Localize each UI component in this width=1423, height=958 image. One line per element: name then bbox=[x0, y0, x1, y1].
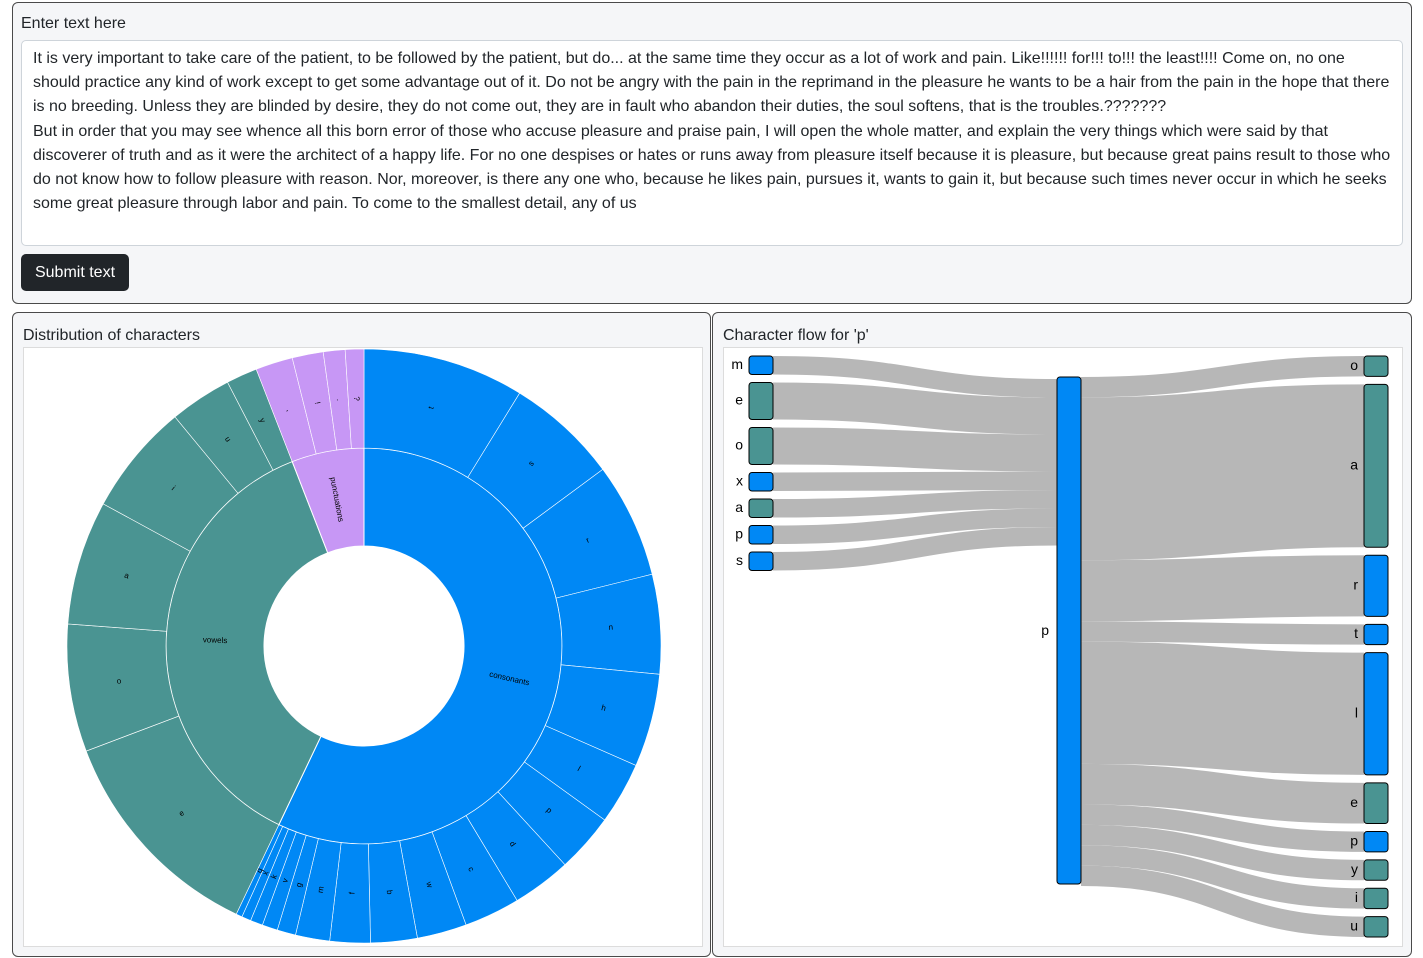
sankey-link-p-to-l[interactable] bbox=[1080, 641, 1365, 775]
text-input-title: Enter text here bbox=[21, 15, 126, 32]
text-input-area[interactable]: It is very important to take care of the… bbox=[21, 40, 1403, 246]
distribution-chart-container: consonants t s r n h l p d c w b f m g v k x q vowels e o a i u y… bbox=[23, 347, 703, 947]
sankey-source-node-m[interactable] bbox=[748, 355, 774, 375]
sankey-target-node-y-label: y bbox=[1351, 861, 1358, 877]
sankey-source-node-a[interactable] bbox=[748, 498, 774, 518]
sankey-center-node-p[interactable] bbox=[1056, 376, 1082, 885]
sankey-link-p-to-e[interactable] bbox=[1080, 763, 1365, 824]
sankey-source-node-p[interactable] bbox=[748, 525, 774, 545]
sankey-target-node-y[interactable] bbox=[1363, 859, 1389, 881]
sankey-chart: meoxapsoartlepyiup bbox=[731, 355, 1389, 938]
sankey-source-node-p-label: p bbox=[735, 525, 743, 541]
sankey-target-node-r[interactable] bbox=[1363, 554, 1389, 617]
distribution-title: Distribution of characters bbox=[23, 327, 200, 344]
sankey-target-node-p-label: p bbox=[1350, 832, 1358, 848]
sankey-target-node-l-label: l bbox=[1355, 704, 1358, 720]
sankey-source-node-x-label: x bbox=[736, 472, 743, 488]
sunburst-slice-label-question: ? bbox=[352, 396, 361, 401]
sankey-target-node-r-label: r bbox=[1353, 576, 1358, 592]
sunburst-slice-label-n: n bbox=[608, 623, 613, 632]
sankey-source-node-e[interactable] bbox=[748, 382, 774, 420]
sankey-link-a-to-p[interactable] bbox=[772, 490, 1058, 518]
sankey-target-node-i-label: i bbox=[1355, 889, 1358, 905]
sankey-source-node-e-label: e bbox=[735, 392, 743, 408]
sunburst-chart: consonantstsrnhlpdcwbfmgvkxqvowelseoaiuy… bbox=[66, 348, 662, 944]
text-input-card: Enter text here It is very important to … bbox=[12, 2, 1412, 304]
sankey-source-node-x[interactable] bbox=[748, 472, 774, 492]
sankey-target-node-e-label: e bbox=[1350, 794, 1358, 810]
sankey-target-node-u-label: u bbox=[1350, 918, 1358, 934]
sunburst-group-label-vowels: vowels bbox=[203, 635, 228, 645]
sankey-link-p-to-o[interactable] bbox=[1080, 356, 1365, 398]
character-flow-chart-container: meoxapsoartlepyiup bbox=[723, 347, 1403, 947]
sankey-target-node-o[interactable] bbox=[1363, 355, 1389, 377]
character-flow-title: Character flow for 'p' bbox=[723, 327, 869, 344]
sankey-target-node-a-label: a bbox=[1350, 457, 1358, 473]
sankey-target-node-o-label: o bbox=[1350, 357, 1358, 373]
character-flow-card: Character flow for 'p' meoxapsoartlepyiu… bbox=[712, 312, 1412, 957]
sankey-source-node-o-label: o bbox=[735, 437, 743, 453]
submit-text-button[interactable]: Submit text bbox=[21, 254, 129, 291]
sankey-link-p-to-r[interactable] bbox=[1080, 555, 1365, 622]
sankey-target-node-l[interactable] bbox=[1363, 652, 1389, 776]
sankey-source-node-o[interactable] bbox=[748, 427, 774, 465]
distribution-card: Distribution of characters consonants t s r… bbox=[12, 312, 711, 957]
sankey-source-node-s[interactable] bbox=[748, 551, 774, 571]
sankey-link-p-to-a[interactable] bbox=[1080, 384, 1365, 561]
sankey-target-node-i[interactable] bbox=[1363, 887, 1389, 910]
sankey-source-node-a-label: a bbox=[735, 499, 743, 515]
sankey-target-node-t[interactable] bbox=[1363, 623, 1389, 646]
sankey-target-node-e[interactable] bbox=[1363, 782, 1389, 825]
sankey-target-node-t-label: t bbox=[1354, 625, 1358, 641]
sankey-target-node-u[interactable] bbox=[1363, 916, 1389, 938]
sankey-link-o-to-p[interactable] bbox=[772, 427, 1058, 472]
sankey-source-node-m-label: m bbox=[731, 356, 743, 372]
sankey-link-p-to-t[interactable] bbox=[1080, 621, 1365, 645]
sankey-link-e-to-p[interactable] bbox=[772, 382, 1058, 435]
sankey-target-node-a[interactable] bbox=[1363, 383, 1389, 548]
sankey-center-node-p-label: p bbox=[1041, 622, 1049, 638]
sankey-target-node-p[interactable] bbox=[1363, 831, 1389, 853]
sankey-link-x-to-p[interactable] bbox=[772, 471, 1058, 491]
sankey-source-node-s-label: s bbox=[736, 552, 743, 568]
